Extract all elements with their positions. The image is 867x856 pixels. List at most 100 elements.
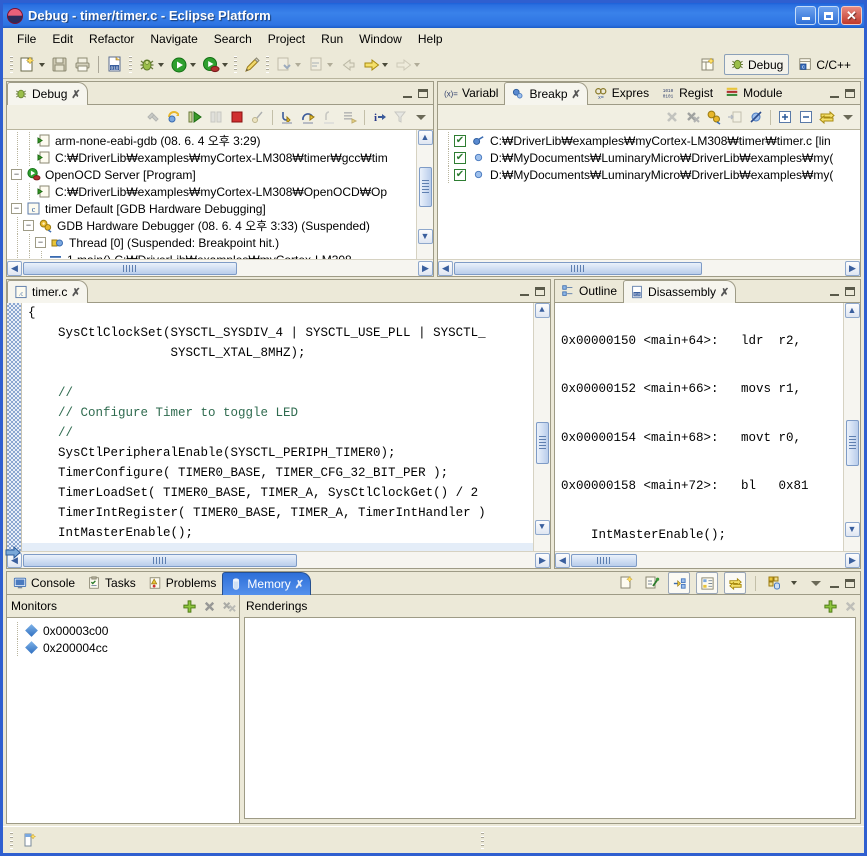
debug-tree[interactable]: ▲ ▼ arm-none-eabi-gdb (08. 6. 4 오후 3:29) [7, 130, 433, 276]
drop-to-frame-icon[interactable] [340, 107, 360, 127]
perspective-cpp[interactable]: c C/C++ [793, 55, 856, 74]
tree-row[interactable]: arm-none-eabi-gdb (08. 6. 4 오후 3:29) [7, 132, 415, 149]
save-icon[interactable] [49, 54, 70, 75]
minimize-button[interactable] [795, 6, 816, 25]
menu-item-refactor[interactable]: Refactor [81, 30, 142, 48]
instruction-stepping-icon[interactable]: i [369, 107, 389, 127]
view-menu-icon[interactable] [811, 580, 821, 586]
pin-memory-monitor-icon[interactable] [765, 573, 785, 593]
expander-collapse-icon[interactable]: − [11, 203, 22, 214]
tab-registers[interactable]: 1010 0101 Regist [655, 82, 719, 104]
maximize-view-icon[interactable] [845, 88, 855, 98]
new-icon[interactable] [17, 54, 38, 75]
tab-expressions[interactable]: x= Expres [588, 82, 655, 104]
scroll-right-button[interactable]: ▶ [845, 260, 860, 276]
collapse-all-icon[interactable] [796, 107, 816, 127]
breakpoints-list[interactable]: ✔ C:₩DriverLib₩examples₩myCortex-LM308₩t… [438, 130, 860, 276]
breakpoint-row[interactable]: ✔ C:₩DriverLib₩examples₩myCortex-LM308₩t… [438, 132, 860, 149]
back-icon[interactable] [337, 54, 358, 75]
breakpoint-types-icon[interactable] [704, 107, 724, 127]
maximize-view-icon[interactable] [418, 88, 428, 98]
breakpoint-row[interactable]: ✔ D:₩MyDocuments₩LuminaryMicro₩DriverLib… [438, 166, 860, 183]
tab-debug[interactable]: Debug ✗ [7, 82, 88, 105]
maximize-view-icon[interactable] [845, 286, 855, 296]
resume-icon[interactable] [185, 107, 205, 127]
debug-scroll-thumb[interactable] [418, 167, 432, 207]
scroll-down-button[interactable]: ▼ [844, 522, 860, 537]
minimize-view-icon[interactable] [830, 88, 839, 98]
minimize-view-icon[interactable] [403, 88, 412, 98]
remove-icon[interactable] [840, 596, 860, 616]
goto-file-icon[interactable] [725, 107, 745, 127]
menu-item-edit[interactable]: Edit [44, 30, 81, 48]
scroll-down-button[interactable]: ▼ [417, 229, 433, 244]
link-memory-rendering-pane-icon[interactable] [668, 572, 690, 594]
next-annotation-icon[interactable] [273, 54, 294, 75]
open-perspective-icon[interactable] [698, 54, 719, 75]
run-icon[interactable] [168, 54, 189, 75]
tree-row[interactable]: − GDB Hardware Debugger (08. 6. 4 오후 3:3… [7, 217, 415, 234]
scroll-left-button[interactable]: ◀ [7, 260, 22, 276]
step-into-icon[interactable] [277, 107, 297, 127]
scroll-down-button[interactable]: ▼ [534, 520, 550, 535]
scroll-up-button[interactable]: ▲ [534, 303, 550, 318]
disassembly-hscrollbar[interactable]: ◀ ▶ [555, 551, 860, 568]
add-icon[interactable] [179, 596, 199, 616]
reconnect-icon[interactable] [164, 107, 184, 127]
prev-annotation-icon[interactable] [305, 54, 326, 75]
tab-breakpoints-close-icon[interactable]: ✗ [572, 88, 581, 101]
link-with-debug-view-icon[interactable] [817, 107, 837, 127]
tab-problems[interactable]: Problems [142, 572, 223, 594]
scroll-up-button[interactable]: ▲ [844, 303, 860, 318]
debug-tree-vscrollbar[interactable]: ▲ ▼ [416, 130, 433, 276]
import-icon[interactable] [642, 573, 662, 593]
run-dropdown-icon[interactable] [190, 62, 196, 67]
memory-dropdown-icon[interactable] [791, 581, 797, 585]
breakpoint-checkbox[interactable]: ✔ [454, 134, 466, 147]
forward2-dropdown-icon[interactable] [414, 62, 420, 67]
editor-vscrollbar[interactable]: ▲ [533, 303, 550, 551]
toggle-split-pane-icon[interactable] [696, 572, 718, 594]
scroll-left-button[interactable]: ◀ [555, 552, 570, 568]
menu-item-search[interactable]: Search [206, 30, 260, 48]
new-dropdown-icon[interactable] [39, 62, 45, 67]
tree-row[interactable]: − OpenOCD Server [Program] [7, 166, 415, 183]
renderings-area[interactable] [244, 617, 856, 819]
perspective-debug[interactable]: Debug [723, 54, 790, 75]
scroll-up-button[interactable]: ▲ [417, 130, 433, 145]
tab-disassembly-close-icon[interactable]: ✗ [720, 286, 729, 299]
editor-vscroll-thumb[interactable] [535, 422, 549, 464]
tree-row[interactable]: − Thread [0] (Suspended: Breakpoint hit.… [7, 234, 415, 251]
skip-breakpoints-icon[interactable] [746, 107, 766, 127]
step-filter-icon[interactable] [248, 107, 268, 127]
step-return-icon[interactable] [319, 107, 339, 127]
disassembly-hscroll-thumb[interactable] [571, 553, 637, 567]
toolbar-grip-2[interactable] [129, 56, 132, 73]
suspend-icon[interactable] [206, 107, 226, 127]
forward-icon[interactable] [392, 54, 413, 75]
scroll-left-button[interactable]: ◀ [438, 260, 453, 276]
expand-all-icon[interactable] [775, 107, 795, 127]
forward-dropdown-icon[interactable] [382, 62, 388, 67]
editor-hscroll-thumb[interactable] [23, 553, 297, 567]
remove-icon[interactable] [199, 596, 219, 616]
disassembly-content[interactable]: 0x00000150 <main+64>: ldr r2, 0x00000152… [555, 303, 860, 568]
add-icon[interactable] [820, 596, 840, 616]
breakpoints-hscroll-thumb[interactable] [454, 261, 702, 275]
toolbar-grip[interactable] [10, 56, 13, 73]
tab-breakpoints[interactable]: Breakp ✗ [504, 82, 588, 105]
print-icon[interactable] [72, 54, 93, 75]
minimize-view-icon[interactable] [830, 286, 839, 296]
scroll-right-button[interactable]: ▶ [418, 260, 433, 276]
statusbar-grip-2[interactable] [481, 831, 484, 849]
debug-dropdown-icon[interactable] [158, 62, 164, 67]
expander-collapse-icon[interactable]: − [35, 237, 46, 248]
terminate-icon[interactable] [227, 107, 247, 127]
close-button[interactable]: ✕ [841, 6, 862, 25]
remove-icon[interactable] [662, 107, 682, 127]
menu-item-navigate[interactable]: Navigate [142, 30, 205, 48]
debug-icon[interactable] [136, 54, 157, 75]
tab-tasks[interactable]: Tasks [81, 572, 142, 594]
tab-memory[interactable]: Memory ✗ [222, 572, 311, 595]
breakpoint-row[interactable]: ✔ D:₩MyDocuments₩LuminaryMicro₩DriverLib… [438, 149, 860, 166]
